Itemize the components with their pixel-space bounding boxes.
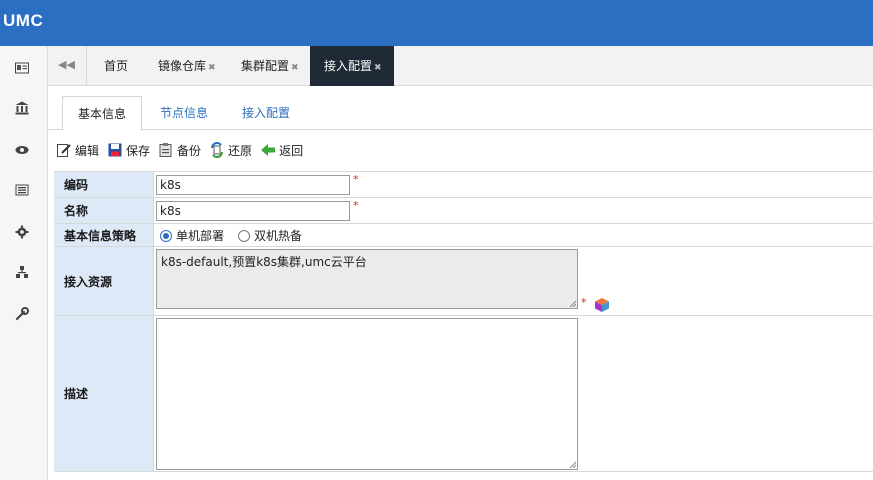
eye-icon[interactable] — [14, 142, 30, 158]
source-value: k8s-default,预置k8s集群,umc云平台 — [161, 255, 367, 269]
clipboard-icon — [159, 143, 172, 157]
restore-label: 还原 — [228, 143, 253, 158]
tab-image-repo[interactable]: 镜像仓库 ✖ — [158, 46, 216, 86]
source-label: 接入资源 — [54, 247, 154, 315]
code-input[interactable]: k8s — [156, 175, 350, 195]
desc-row: 描述 — [54, 315, 873, 472]
edit-label: 编辑 — [75, 143, 100, 158]
desc-label: 描述 — [54, 316, 154, 471]
strategy-row: 基本信息策略 单机部署 双机热备 — [54, 223, 873, 246]
cube-picker-icon[interactable] — [594, 297, 610, 313]
top-bar: UMC — [0, 0, 873, 46]
subtab-node-info[interactable]: 节点信息 — [148, 96, 220, 130]
radio-dual-label[interactable]: 双机热备 — [254, 227, 302, 244]
back-button[interactable]: 返回 — [260, 142, 303, 159]
arrow-left-icon — [261, 144, 276, 156]
name-label: 名称 — [54, 198, 154, 223]
tab-divider — [86, 46, 87, 86]
save-button[interactable]: 保存 — [107, 142, 150, 159]
desc-textarea[interactable] — [156, 318, 578, 470]
bank-icon[interactable] — [14, 100, 30, 116]
floppy-icon — [108, 143, 122, 157]
strategy-label: 基本信息策略 — [54, 224, 154, 246]
backup-label: 备份 — [177, 143, 202, 158]
required-mark: * — [353, 199, 359, 212]
subtab-access-config[interactable]: 接入配置 — [230, 96, 302, 130]
sub-tab-bar: 基本信息 节点信息 接入配置 — [48, 86, 873, 131]
source-textarea[interactable]: k8s-default,预置k8s集群,umc云平台 — [156, 249, 578, 309]
resize-grip-icon[interactable] — [569, 461, 576, 468]
save-label: 保存 — [126, 143, 151, 158]
backup-button[interactable]: 备份 — [158, 142, 201, 159]
source-row: 接入资源 k8s-default,预置k8s集群,umc云平台 * — [54, 246, 873, 315]
app-logo: UMC — [3, 11, 44, 30]
scroll-left-icon[interactable]: ◀◀ — [58, 58, 76, 74]
back-label: 返回 — [279, 143, 304, 158]
tab-access-config[interactable]: 接入配置 ✖ — [310, 46, 394, 86]
close-icon[interactable]: ✖ — [374, 63, 382, 73]
close-icon[interactable]: ✖ — [208, 63, 216, 73]
name-row: 名称 k8s * — [54, 197, 873, 223]
tab-label: 镜像仓库 — [158, 59, 207, 73]
resize-grip-icon[interactable] — [569, 300, 576, 307]
tab-home[interactable]: 首页 — [104, 46, 128, 86]
code-label: 编码 — [54, 172, 154, 197]
strategy-radio-group: 单机部署 双机热备 — [160, 227, 316, 244]
name-input[interactable]: k8s — [156, 201, 350, 221]
radio-single-label[interactable]: 单机部署 — [176, 227, 224, 244]
sitemap-icon[interactable] — [14, 264, 30, 280]
edit-button[interactable]: 编辑 — [56, 142, 99, 159]
restore-button[interactable]: 还原 — [209, 142, 252, 159]
refresh-icon — [211, 142, 224, 158]
sidebar — [0, 46, 48, 480]
close-icon[interactable]: ✖ — [291, 63, 299, 73]
toolbar: 编辑 保存 备份 还原 返回 — [56, 138, 311, 162]
tab-bar: ◀◀ 首页 镜像仓库 ✖ 集群配置 ✖ 接入配置 ✖ — [48, 46, 873, 86]
wrench-icon[interactable] — [14, 306, 30, 322]
radio-dual[interactable] — [238, 229, 251, 242]
required-mark: * — [353, 173, 359, 186]
tab-cluster-config[interactable]: 集群配置 ✖ — [241, 46, 299, 86]
tab-label: 首页 — [104, 59, 129, 73]
id-card-icon[interactable] — [14, 60, 30, 76]
list-icon[interactable] — [14, 182, 30, 198]
pencil-icon — [57, 144, 71, 157]
subtab-basic-info[interactable]: 基本信息 — [62, 96, 142, 131]
tab-label: 接入配置 — [324, 59, 373, 73]
gear-icon[interactable] — [14, 224, 30, 240]
tab-label: 集群配置 — [241, 59, 290, 73]
required-mark: * — [581, 296, 587, 309]
radio-single[interactable] — [160, 229, 172, 242]
code-row: 编码 k8s * — [54, 171, 873, 197]
